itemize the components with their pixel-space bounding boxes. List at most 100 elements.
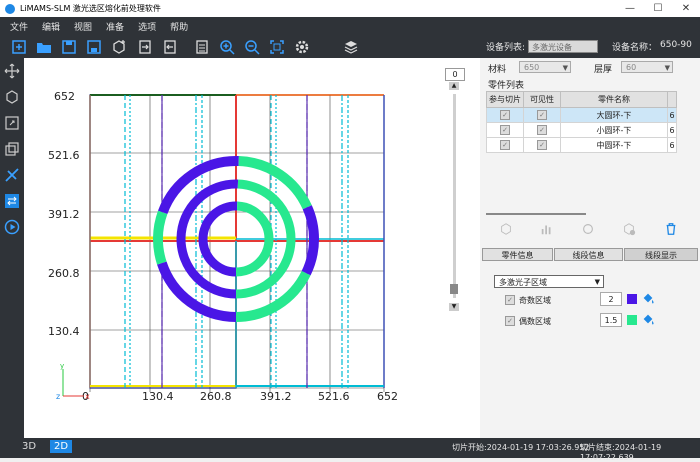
odd-region-width-input[interactable]: 2 [600,292,622,306]
slice-checkbox[interactable]: ✓ [500,140,510,150]
part-circle-icon[interactable] [581,222,595,236]
device-list-label: 设备列表: [486,43,526,53]
visibility-checkbox[interactable]: ✓ [537,140,547,150]
even-region-width-input[interactable]: 1.5 [600,313,622,327]
tab-segment-display[interactable]: 线段显示 [624,248,698,261]
layers-icon[interactable] [343,39,359,55]
even-region-checkbox[interactable]: ✓ [505,316,515,326]
svg-text:x: x [85,392,90,401]
odd-color-swatch[interactable] [627,294,637,304]
ring-segment [302,205,319,240]
tab-part-info[interactable]: 零件信息 [482,248,553,261]
axis-gizmo: y x z [56,362,90,401]
col-header: 零件名称 [560,91,668,108]
menu-help[interactable]: 帮助 [170,20,188,33]
col-header [667,91,677,108]
table-hscrollbar[interactable] [486,213,586,215]
new-file-icon[interactable] [11,39,27,55]
x-tick-label: 130.4 [142,390,174,403]
open-folder-icon[interactable] [36,39,52,55]
play-icon[interactable] [4,219,20,235]
add-part-icon[interactable] [499,222,513,236]
odd-region-label: 奇数区域 [519,296,551,305]
settings-gear-icon[interactable] [294,39,310,55]
minimize-button[interactable]: — [616,0,644,17]
slider-down-button[interactable]: ▼ [449,303,459,311]
table-row[interactable]: ✓ ✓ 小圆环-下 6 [486,122,677,138]
table-row[interactable]: ✓ ✓ 中圆环-下 6 [486,137,677,153]
menu-file[interactable]: 文件 [10,20,28,33]
slider-up-button[interactable]: ▲ [449,82,459,90]
menu-edit[interactable]: 编辑 [42,20,60,33]
slice-canvas[interactable]: 652 521.6 391.2 260.8 130.4 130.4 260.8 … [24,58,480,438]
layer-thickness-select[interactable]: 60 [621,61,673,74]
save-icon[interactable] [61,39,77,55]
y-tick-label: 391.2 [48,208,80,221]
support-tool-icon[interactable] [4,167,20,183]
paint-bucket-icon[interactable] [641,291,655,305]
app-logo-icon [5,3,15,14]
part-name: 小圆环-下 [560,122,668,138]
svg-text:y: y [60,362,64,370]
delete-icon[interactable] [664,222,678,236]
zoom-out-icon[interactable] [244,39,260,55]
export-icon[interactable] [162,39,178,55]
zoom-in-icon[interactable] [219,39,235,55]
device-select[interactable]: 多激光设备 [528,40,598,53]
slice-checkbox[interactable]: ✓ [500,110,510,120]
slice-checkbox[interactable]: ✓ [500,125,510,135]
save-as-icon[interactable] [86,39,102,55]
visibility-checkbox[interactable]: ✓ [537,110,547,120]
menu-options[interactable]: 选项 [138,20,156,33]
tab-segment-info[interactable]: 线段信息 [554,248,623,261]
region-mode-select[interactable]: 多激光子区域 [494,275,604,289]
even-color-swatch[interactable] [627,315,637,325]
odd-region-checkbox[interactable]: ✓ [505,295,515,305]
import-icon[interactable] [137,39,153,55]
menu-prepare[interactable]: 准备 [106,20,124,33]
part-name: 大圆环-下 [560,107,668,123]
close-button[interactable]: ✕ [672,0,700,17]
table-row[interactable]: ✓ ✓ 大圆环-下 6 [486,107,677,123]
part-extra: 6 [667,137,677,153]
layer-value: 0 [445,68,465,81]
material-select[interactable]: 650 [519,61,571,74]
fit-view-icon[interactable] [269,39,285,55]
scale-icon[interactable] [4,115,20,131]
paint-bucket-icon[interactable] [641,312,655,326]
part-name: 中圆环-下 [560,137,668,153]
title-bar: LiMAMS-SLM 激光选区熔化前处理软件 — ☐ ✕ [0,0,700,17]
menu-bar: 文件 编辑 视图 准备 选项 帮助 [0,17,700,36]
add-part-icon[interactable] [111,39,127,55]
material-label: 材料 [488,65,507,75]
ring-segment [153,210,168,265]
svg-text:z: z [56,392,60,401]
tab-2d[interactable]: 2D [50,440,73,453]
y-tick-label: 652 [54,90,75,103]
menu-view[interactable]: 视图 [74,20,92,33]
parts-table: 参与切片 可见性 零件名称 ✓ ✓ 大圆环-下 6 ✓ ✓ 小圆环-下 6 ✓ … [486,91,677,153]
copy-icon[interactable] [4,141,20,157]
slice-start-time: 切片开始:2024-01-19 17:03:26.952 [452,443,590,452]
device-name-label: 设备名称： [612,43,658,53]
window-title: LiMAMS-SLM 激光选区熔化前处理软件 [20,4,161,13]
ring-segment [235,238,274,277]
parts-list-label: 零件列表 [488,81,525,91]
y-tick-label: 521.6 [48,149,80,162]
slice-icon[interactable] [194,39,210,55]
part-stats-icon[interactable] [540,222,554,236]
ring-segment [236,201,274,240]
layer-slider-track[interactable] [453,94,456,298]
status-bar: 3D 2D 切片开始:2024-01-19 17:03:26.952 切片结束:… [0,438,700,462]
maximize-button[interactable]: ☐ [644,0,672,17]
laser-region-icon[interactable] [4,193,20,209]
move-icon[interactable] [4,63,20,79]
rotate-icon[interactable] [4,89,20,105]
layer-slider-handle[interactable] [450,284,458,294]
part-copy-icon[interactable] [622,222,636,236]
layer-thickness-label: 层厚 [594,65,613,75]
visibility-checkbox[interactable]: ✓ [537,125,547,135]
col-header: 参与切片 [486,91,524,108]
tab-3d[interactable]: 3D [22,441,36,452]
part-extra: 6 [667,122,677,138]
